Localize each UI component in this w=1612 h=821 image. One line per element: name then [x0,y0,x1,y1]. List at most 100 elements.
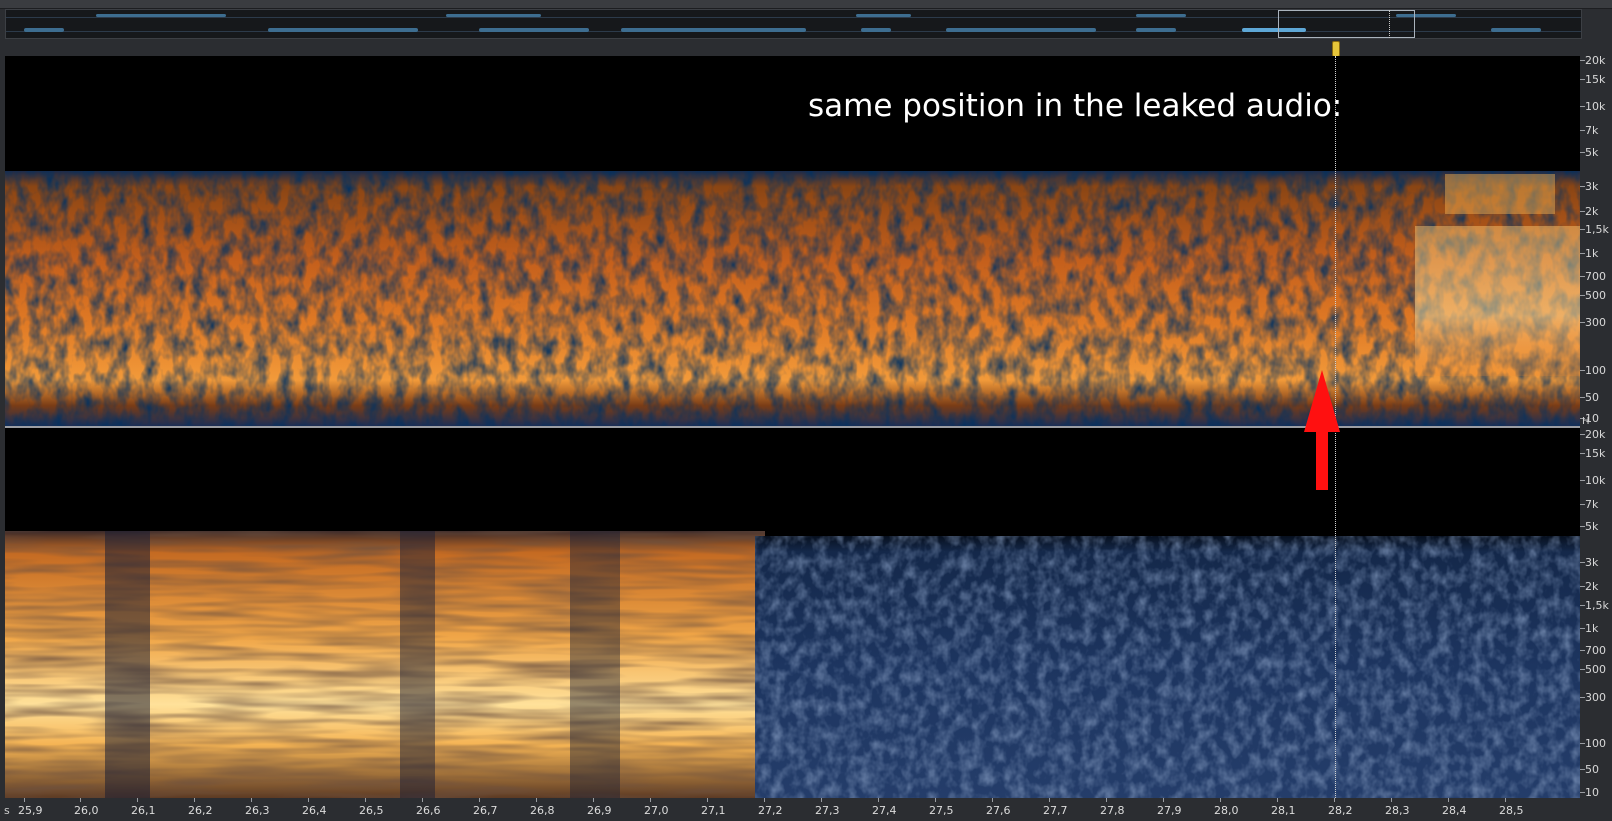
waveform-segment [856,14,911,17]
spectrogram-top-image [5,171,1580,426]
waveform-segment [268,28,418,32]
frequency-label: 700 [1585,644,1606,657]
time-label: 27,0 [644,804,669,817]
time-label: 26,7 [473,804,498,817]
time-tick [80,798,81,802]
time-tick [536,798,537,802]
time-label: 26,8 [530,804,555,817]
frequency-unit-label: H [1582,416,1590,427]
frequency-label: 50 [1585,763,1599,776]
time-label: 27,9 [1157,804,1182,817]
frequency-label: 100 [1585,737,1606,750]
overview-playhead [1389,10,1391,38]
waveform-segment [1491,28,1541,32]
time-label: 27,8 [1100,804,1125,817]
red-up-arrow-icon [1304,370,1340,490]
waveform-segment [621,28,806,32]
time-tick [1163,798,1164,802]
time-tick [479,798,480,802]
frequency-label: 3k [1585,556,1599,569]
time-tick [1505,798,1506,802]
time-tick [593,798,594,802]
frequency-label: 300 [1585,316,1606,329]
playhead-marker-icon[interactable] [1332,41,1340,57]
spectrogram-channel-top[interactable] [5,56,1580,426]
time-tick [1106,798,1107,802]
time-tick [707,798,708,802]
time-tick [1049,798,1050,802]
time-label: 28,0 [1214,804,1239,817]
frequency-label: 20k [1585,428,1606,441]
frequency-label: 500 [1585,663,1606,676]
frequency-label: 10 [1585,786,1599,799]
frequency-label: 5k [1585,146,1599,159]
time-label: 26,5 [359,804,384,817]
time-tick [878,798,879,802]
time-tick [650,798,651,802]
time-unit-label: s [4,804,10,817]
frequency-label: 1k [1585,247,1599,260]
spectrogram-bottom-image [5,531,1580,798]
frequency-label: 10k [1585,100,1606,113]
time-tick [1220,798,1221,802]
waveform-segment [861,28,891,32]
time-tick [137,798,138,802]
frequency-label: 10k [1585,474,1606,487]
time-label: 27,7 [1043,804,1068,817]
time-tick [1277,798,1278,802]
frequency-label: 15k [1585,73,1606,86]
overview-visible-range[interactable] [1278,10,1415,38]
time-label: 26,4 [302,804,327,817]
time-tick [935,798,936,802]
frequency-label: 5k [1585,520,1599,533]
spectrogram-channel-bottom[interactable] [5,428,1580,798]
time-label: 28,2 [1328,804,1353,817]
time-label: 27,3 [815,804,840,817]
time-label: 26,9 [587,804,612,817]
waveform-overview[interactable] [5,9,1582,39]
time-tick [1391,798,1392,802]
time-label: 27,4 [872,804,897,817]
time-label: 28,4 [1442,804,1467,817]
frequency-label: 2k [1585,580,1599,593]
frequency-label: 300 [1585,691,1606,704]
time-tick [764,798,765,802]
frequency-label: 3k [1585,180,1599,193]
frequency-label: 1k [1585,622,1599,635]
time-label: 26,3 [245,804,270,817]
window-top-strip [0,0,1612,9]
waveform-segment [446,14,541,17]
time-label: 27,5 [929,804,954,817]
time-tick [1448,798,1449,802]
frequency-ruler-top: 20k 15k 10k 7k 5k 3k 2k 1,5k 1k 700 500 … [1580,54,1612,426]
frequency-label: 1,5k [1585,223,1609,236]
waveform-segment [1136,28,1176,32]
time-label: 28,1 [1271,804,1296,817]
time-label: 26,2 [188,804,213,817]
frequency-label: 7k [1585,124,1599,137]
time-label: 27,2 [758,804,783,817]
time-tick [251,798,252,802]
frequency-label: 20k [1585,54,1606,67]
time-label: 26,1 [131,804,156,817]
frequency-label: 50 [1585,391,1599,404]
time-tick [1334,798,1335,802]
frequency-label: 15k [1585,447,1606,460]
waveform-segment [96,14,226,17]
frequency-ruler-bottom: 20k 15k 10k 7k 5k 3k 2k 1,5k 1k 700 500 … [1580,428,1612,798]
frequency-label: 7k [1585,498,1599,511]
frequency-label: 700 [1585,270,1606,283]
time-label: 28,5 [1499,804,1524,817]
time-label: 28,3 [1385,804,1410,817]
time-label: 27,6 [986,804,1011,817]
time-ruler[interactable]: s 25,9 26,0 26,1 26,2 26,3 26,4 26,5 26,… [0,798,1612,821]
frequency-label: 1,5k [1585,599,1609,612]
time-tick [194,798,195,802]
time-label: 26,0 [74,804,99,817]
time-tick [308,798,309,802]
waveform-segment [24,28,64,32]
time-tick [422,798,423,802]
frequency-label: 2k [1585,205,1599,218]
time-tick [365,798,366,802]
waveform-segment [946,28,1096,32]
